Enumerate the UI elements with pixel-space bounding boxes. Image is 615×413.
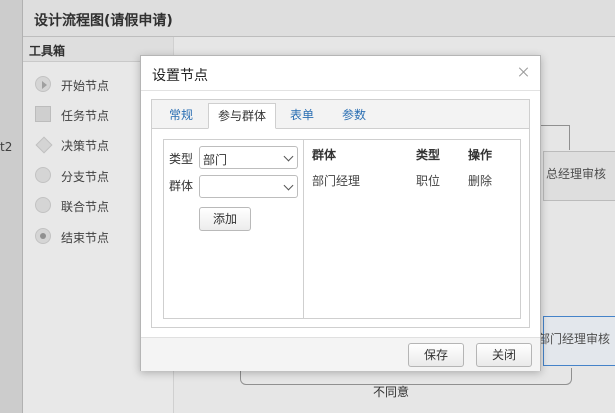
tab-params[interactable]: 参数	[330, 103, 378, 128]
set-node-dialog: 设置节点 常规 参与群体 表单 参数 类型 部门 群体 添加 群体 类型 操作 …	[140, 55, 541, 371]
chevron-down-icon	[283, 180, 294, 191]
column-header-action: 操作	[468, 148, 493, 162]
save-button[interactable]: 保存	[408, 343, 464, 367]
close-icon[interactable]	[516, 64, 532, 80]
chevron-down-icon	[283, 151, 294, 162]
row-group-cell: 部门经理	[312, 174, 361, 188]
type-label: 类型	[169, 152, 194, 166]
group-select[interactable]	[199, 175, 298, 198]
column-header-group: 群体	[312, 148, 337, 162]
tab-participants[interactable]: 参与群体	[208, 103, 276, 129]
group-label: 群体	[169, 179, 194, 193]
tab-bar: 常规 参与群体 表单 参数	[152, 100, 529, 129]
tab-form[interactable]: 表单	[280, 103, 324, 128]
dialog-title: 设置节点	[152, 68, 208, 84]
column-header-type: 类型	[416, 148, 441, 162]
close-button[interactable]: 关闭	[476, 343, 532, 367]
add-button[interactable]: 添加	[199, 207, 251, 231]
type-select[interactable]: 部门	[199, 146, 298, 169]
type-select-value: 部门	[203, 153, 228, 167]
participants-table: 群体 类型 操作 部门经理 职位 删除	[304, 140, 520, 318]
participants-panel: 类型 部门 群体 添加 群体 类型 操作 部门经理 职位 删除	[163, 139, 521, 319]
delete-link[interactable]: 删除	[468, 172, 492, 189]
row-type-cell: 职位	[416, 174, 441, 188]
participant-form: 类型 部门 群体 添加	[164, 140, 304, 318]
dialog-header: 设置节点	[141, 56, 540, 91]
dialog-footer: 保存 关闭	[141, 337, 540, 371]
dialog-body: 常规 参与群体 表单 参数 类型 部门 群体 添加 群体 类型 操作 部门经理 …	[151, 99, 530, 328]
tab-general[interactable]: 常规	[156, 103, 206, 128]
